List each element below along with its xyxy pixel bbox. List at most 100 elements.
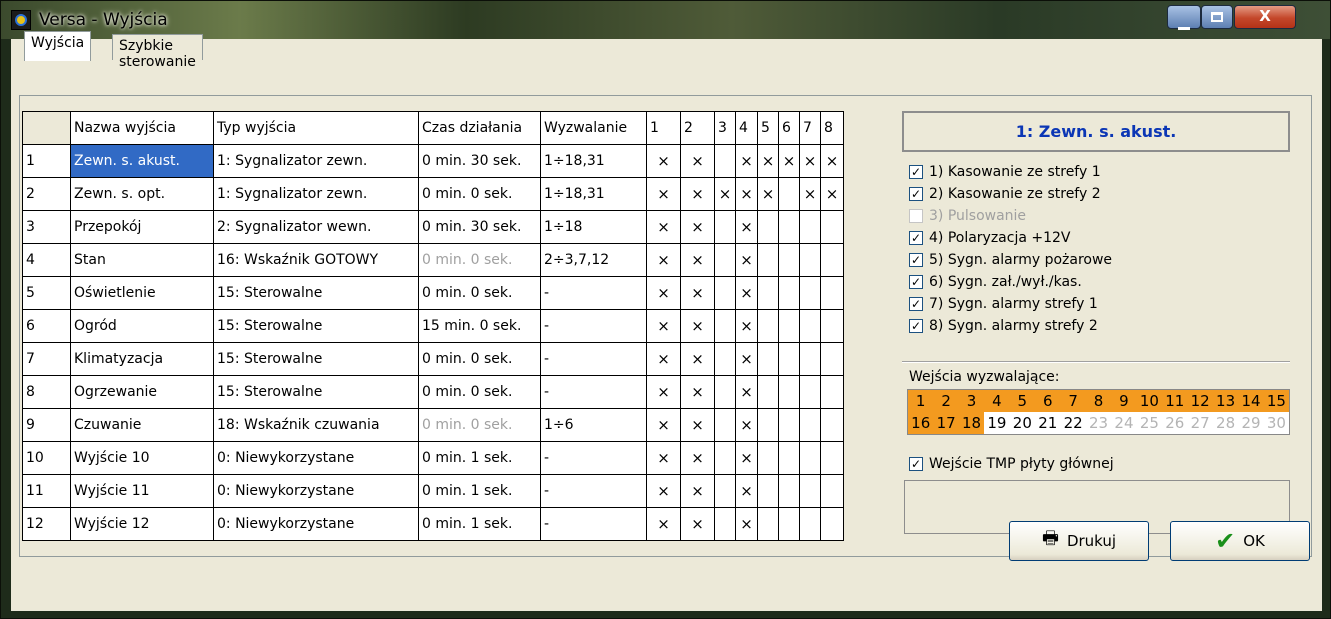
trigger-cell[interactable]: 1÷18: [540, 210, 647, 244]
output-name-cell[interactable]: Wyjście 12: [70, 507, 214, 541]
zone-cell[interactable]: ×: [680, 210, 715, 244]
table-row[interactable]: 11 Wyjście 11 0: Niewykorzystane 0 min. 1 s…: [22, 474, 844, 508]
zone-cell[interactable]: [799, 441, 821, 475]
tab-szybkie-sterowanie[interactable]: Szybkie sterowanie: [112, 34, 203, 70]
row-number-cell[interactable]: 9: [22, 408, 71, 442]
trigger-input-cell[interactable]: 18: [958, 412, 985, 434]
zone-cell[interactable]: [820, 243, 844, 277]
zone-cell[interactable]: ×: [735, 243, 758, 277]
output-name-cell[interactable]: Wyjście 11: [70, 474, 214, 508]
duration-cell[interactable]: 0 min. 0 sek.: [418, 243, 541, 277]
zone-cell[interactable]: [757, 507, 779, 541]
table-row[interactable]: 8 Ogrzewanie 15: Sterowalne 0 min. 0 sek. - ×…: [22, 375, 844, 409]
zone-cell[interactable]: [714, 243, 736, 277]
row-number-cell[interactable]: 1: [22, 144, 71, 178]
print-button[interactable]: 🖶 Drukuj: [1009, 521, 1149, 561]
duration-cell[interactable]: 0 min. 30 sek.: [418, 144, 541, 178]
zone-cell[interactable]: ×: [646, 276, 681, 310]
table-row[interactable]: 1 Zewn. s. akust. 1: Sygnalizator zewn. 0 m…: [22, 144, 844, 178]
zone-cell[interactable]: ×: [680, 408, 715, 442]
output-type-cell[interactable]: 1: Sygnalizator zewn.: [213, 144, 419, 178]
option-checkbox[interactable]: ✓ 7) Sygn. alarmy strefy 1: [909, 293, 1112, 315]
output-name-cell[interactable]: Zewn. s. opt.: [70, 177, 214, 211]
zone-cell[interactable]: ×: [735, 408, 758, 442]
zone-cell[interactable]: [778, 474, 800, 508]
tmp-checkbox[interactable]: ✓ Wejście TMP płyty głównej: [909, 456, 1114, 472]
output-name-cell[interactable]: Zewn. s. akust.: [70, 144, 214, 178]
option-checkbox[interactable]: ✓ 8) Sygn. alarmy strefy 2: [909, 315, 1112, 337]
zone-cell[interactable]: [820, 375, 844, 409]
zone-cell[interactable]: [757, 441, 779, 475]
ok-button[interactable]: ✔ OK: [1170, 521, 1310, 561]
zone-cell[interactable]: ×: [735, 342, 758, 376]
option-checkbox[interactable]: ✓ 6) Sygn. zał./wył./kas.: [909, 271, 1112, 293]
zone-cell[interactable]: [820, 342, 844, 376]
table-row[interactable]: 7 Klimatyzacja 15: Sterowalne 0 min. 0 sek.…: [22, 342, 844, 376]
zone-cell[interactable]: ×: [646, 342, 681, 376]
column-header[interactable]: Wyzwalanie: [540, 111, 647, 145]
checkbox[interactable]: ✓: [909, 457, 923, 471]
row-number-cell[interactable]: 10: [22, 441, 71, 475]
checkbox[interactable]: ✓: [909, 275, 923, 289]
table-row[interactable]: 12 Wyjście 12 0: Niewykorzystane 0 min. 1 s…: [22, 507, 844, 541]
zone-cell[interactable]: [714, 507, 736, 541]
output-type-cell[interactable]: 15: Sterowalne: [213, 342, 419, 376]
trigger-input-cell[interactable]: 12: [1187, 390, 1213, 412]
table-row[interactable]: 9 Czuwanie 18: Wskaźnik czuwania 0 min. 0 s…: [22, 408, 844, 442]
trigger-input-cell[interactable]: 15: [1263, 390, 1290, 412]
checkbox[interactable]: ✓: [909, 319, 923, 333]
row-number-cell[interactable]: 6: [22, 309, 71, 343]
duration-cell[interactable]: 0 min. 30 sek.: [418, 210, 541, 244]
row-number-cell[interactable]: 8: [22, 375, 71, 409]
zone-cell[interactable]: [757, 342, 779, 376]
zone-cell[interactable]: [820, 474, 844, 508]
zone-cell[interactable]: ×: [714, 177, 736, 211]
trigger-cell[interactable]: -: [540, 276, 647, 310]
zone-cell[interactable]: ×: [735, 507, 758, 541]
zone-cell[interactable]: ×: [646, 177, 681, 211]
trigger-cell[interactable]: 1÷18,31: [540, 144, 647, 178]
zone-cell[interactable]: ×: [646, 408, 681, 442]
option-checkbox[interactable]: ✓ 2) Kasowanie ze strefy 2: [909, 183, 1112, 205]
checkbox[interactable]: ✓: [909, 187, 923, 201]
zone-cell[interactable]: ×: [757, 144, 779, 178]
zone-cell[interactable]: ×: [680, 441, 715, 475]
trigger-cell[interactable]: -: [540, 474, 647, 508]
zone-cell[interactable]: ×: [680, 375, 715, 409]
zone-cell[interactable]: ×: [680, 309, 715, 343]
duration-cell[interactable]: 0 min. 0 sek.: [418, 408, 541, 442]
zone-cell[interactable]: ×: [646, 210, 681, 244]
zone-cell[interactable]: [757, 309, 779, 343]
checkbox[interactable]: ✓: [909, 297, 923, 311]
trigger-cell[interactable]: 1÷6: [540, 408, 647, 442]
output-type-cell[interactable]: 2: Sygnalizator wewn.: [213, 210, 419, 244]
column-header[interactable]: 6: [778, 111, 800, 145]
zone-cell[interactable]: ×: [735, 144, 758, 178]
output-type-cell[interactable]: 0: Niewykorzystane: [213, 441, 419, 475]
zone-cell[interactable]: [799, 375, 821, 409]
zone-cell[interactable]: ×: [680, 507, 715, 541]
zone-cell[interactable]: [778, 375, 800, 409]
column-header[interactable]: 7: [799, 111, 821, 145]
duration-cell[interactable]: 15 min. 0 sek.: [418, 309, 541, 343]
column-header[interactable]: 8: [820, 111, 844, 145]
row-number-cell[interactable]: 5: [22, 276, 71, 310]
trigger-input-cell[interactable]: 1: [908, 390, 934, 412]
zone-cell[interactable]: ×: [646, 441, 681, 475]
column-header[interactable]: Nazwa wyjścia: [70, 111, 214, 145]
zone-cell[interactable]: [757, 474, 779, 508]
output-name-cell[interactable]: Ogrzewanie: [70, 375, 214, 409]
output-type-cell[interactable]: 16: Wskaźnik GOTOWY: [213, 243, 419, 277]
zone-cell[interactable]: [799, 210, 821, 244]
zone-cell[interactable]: ×: [735, 441, 758, 475]
table-row[interactable]: 5 Oświetlenie 15: Sterowalne 0 min. 0 sek. -…: [22, 276, 844, 310]
zone-cell[interactable]: [714, 342, 736, 376]
trigger-cell[interactable]: -: [540, 507, 647, 541]
zone-cell[interactable]: [820, 309, 844, 343]
zone-cell[interactable]: [820, 210, 844, 244]
output-type-cell[interactable]: 1: Sygnalizator zewn.: [213, 177, 419, 211]
zone-cell[interactable]: ×: [646, 243, 681, 277]
zone-cell[interactable]: ×: [799, 177, 821, 211]
zone-cell[interactable]: ×: [680, 243, 715, 277]
trigger-cell[interactable]: -: [540, 375, 647, 409]
